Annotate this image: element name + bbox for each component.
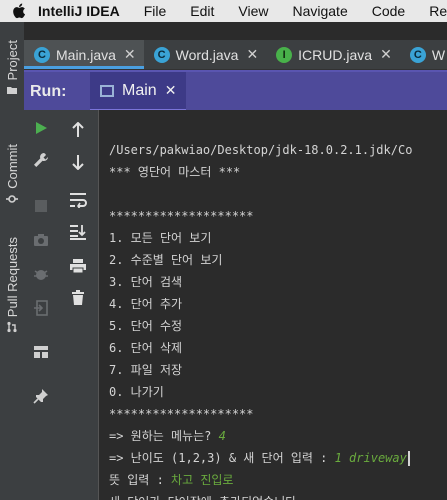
menu-option: 0. 나가기	[109, 385, 164, 399]
menu-prompt-line: => 원하는 메뉴는? 4	[109, 426, 226, 446]
console-output[interactable]: /Users/pakwiao/Desktop/jdk-18.0.2.1.jdk/…	[99, 110, 447, 500]
level-input: 1 driveway	[334, 451, 407, 465]
commit-icon	[6, 194, 18, 203]
editor-tab-bar: C Main.java ✕ C Word.java ✕ I ICRUD.java…	[24, 40, 447, 70]
camera-icon	[34, 234, 48, 246]
folder-icon	[7, 87, 17, 95]
play-icon	[36, 122, 47, 134]
menu-option: 6. 단어 삭제	[109, 341, 183, 355]
stop-button[interactable]	[24, 194, 58, 218]
bug-icon	[34, 270, 48, 280]
settings-button[interactable]	[24, 262, 58, 286]
menu-option: 7. 파일 저장	[109, 363, 183, 377]
app-title-line: *** 영단어 마스터 ***	[109, 165, 241, 179]
run-panel-header: Run: Main ✕	[24, 70, 447, 112]
menu-option: 5. 단어 수정	[109, 319, 183, 333]
tab-word-java[interactable]: C Word.java ✕	[144, 40, 267, 69]
exit-icon	[34, 300, 48, 316]
rerun-button[interactable]	[24, 116, 58, 140]
tab-main-java[interactable]: C Main.java ✕	[24, 40, 144, 69]
exit-button[interactable]	[24, 296, 58, 320]
pull-request-icon	[7, 322, 17, 333]
clear-all-button[interactable]	[58, 286, 98, 310]
menu-navigate[interactable]: Navigate	[292, 3, 347, 19]
apple-icon[interactable]	[12, 3, 26, 19]
arrow-down-icon	[72, 155, 84, 170]
commit-tab-label: Commit	[4, 144, 20, 189]
soft-wrap-icon	[70, 193, 87, 208]
commit-tool-tab[interactable]: Commit	[0, 144, 24, 205]
result-line: 새 단어가 단어장에 추가되었습니다.	[109, 492, 304, 500]
print-icon	[70, 259, 86, 274]
menu-option: 3. 단어 검색	[109, 275, 183, 289]
app-name[interactable]: IntelliJ IDEA	[38, 3, 120, 19]
scroll-to-end-icon	[70, 225, 86, 240]
menu-edit[interactable]: Edit	[190, 3, 214, 19]
menu-bar: IntelliJ IDEA File Edit View Navigate Co…	[0, 0, 447, 22]
level-prompt: => 난이도 (1,2,3) & 새 단어 입력 :	[109, 451, 335, 465]
menu-option: 2. 수준별 단어 보기	[109, 253, 223, 267]
tab-label: ICRUD.java	[298, 46, 373, 63]
run-toolbar-right	[58, 110, 99, 500]
class-icon: C	[34, 46, 50, 63]
pin-tab-button[interactable]	[24, 384, 58, 408]
run-toolbar-left	[24, 110, 59, 500]
text-caret	[407, 451, 410, 466]
close-icon[interactable]: ✕	[380, 46, 392, 63]
meaning-prompt: 뜻 입력 :	[109, 473, 172, 487]
menu-prompt: => 원하는 메뉴는?	[109, 429, 219, 443]
project-tab-label: Project	[4, 40, 20, 81]
soft-wrap-button[interactable]	[58, 188, 98, 212]
close-icon[interactable]: ✕	[124, 46, 136, 63]
menu-input: 4	[218, 429, 226, 443]
tab-w[interactable]: C W	[400, 40, 447, 69]
print-button[interactable]	[58, 254, 98, 278]
tab-icrud-java[interactable]: I ICRUD.java ✕	[266, 40, 400, 69]
scroll-to-end-button[interactable]	[58, 220, 98, 244]
dump-threads-button[interactable]	[24, 228, 58, 252]
class-icon: C	[409, 46, 426, 63]
layout-icon	[34, 346, 48, 358]
wrench-icon	[34, 153, 48, 167]
tool-window-strip: Project Commit Pull Requests	[0, 22, 25, 500]
menu-option: 4. 단어 추가	[109, 297, 183, 311]
command-path-line: /Users/pakwiao/Desktop/jdk-18.0.2.1.jdk/…	[109, 143, 413, 157]
separator-line: ********************	[109, 407, 254, 421]
class-icon: C	[153, 46, 170, 63]
interface-icon: I	[276, 46, 293, 63]
arrow-up-icon	[72, 122, 84, 137]
project-tool-tab[interactable]: Project	[0, 40, 24, 96]
menu-code[interactable]: Code	[372, 3, 405, 19]
close-icon[interactable]: ✕	[165, 82, 177, 99]
pull-requests-tool-tab[interactable]: Pull Requests	[0, 237, 24, 333]
pull-requests-tab-label: Pull Requests	[4, 237, 20, 318]
tab-label: Word.java	[175, 46, 239, 63]
run-tab-label: Main	[122, 81, 157, 99]
scroll-up-button[interactable]	[58, 118, 98, 142]
run-label: Run:	[30, 83, 67, 100]
separator-line: ********************	[109, 209, 254, 223]
menu-file[interactable]: File	[144, 3, 167, 19]
console-icon	[100, 84, 114, 97]
menu-view[interactable]: View	[238, 3, 268, 19]
edit-configuration-button[interactable]	[24, 148, 58, 172]
trash-icon	[72, 290, 84, 305]
run-tab-main[interactable]: Main ✕	[90, 72, 187, 112]
stop-icon	[35, 200, 47, 212]
layout-button[interactable]	[24, 340, 58, 364]
pin-icon	[33, 389, 48, 404]
tab-label: Main.java	[56, 46, 116, 63]
tab-label: W	[431, 46, 446, 63]
menu-refactor[interactable]: Refac	[429, 3, 447, 19]
menu-option: 1. 모든 단어 보기	[109, 231, 212, 245]
meaning-input: 차고 진입로	[171, 473, 234, 487]
meaning-prompt-line: 뜻 입력 : 차고 진입로	[109, 470, 233, 490]
close-icon[interactable]: ✕	[246, 46, 258, 63]
level-prompt-line: => 난이도 (1,2,3) & 새 단어 입력 : 1 driveway	[109, 448, 410, 468]
scroll-down-button[interactable]	[58, 150, 98, 174]
